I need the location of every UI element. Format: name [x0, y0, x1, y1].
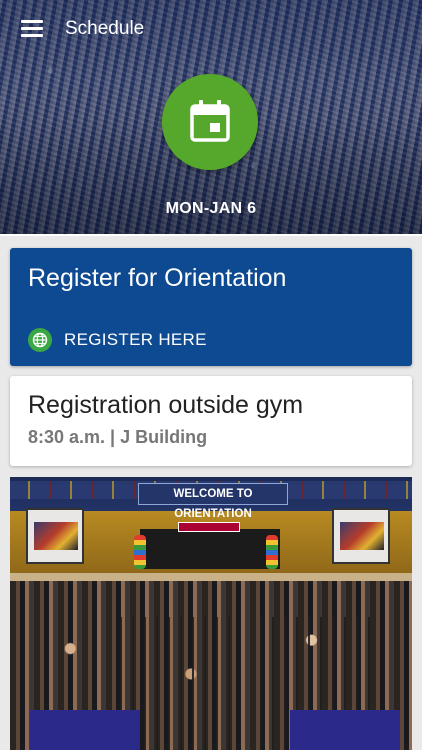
register-here-label: REGISTER HERE [64, 330, 207, 349]
register-card: Register for Orientation REGISTER HERE [10, 248, 412, 366]
hamburger-menu-icon[interactable] [21, 20, 43, 37]
event-card[interactable]: Registration outside gym 8:30 a.m. | J B… [10, 376, 412, 466]
register-here-link[interactable]: REGISTER HERE [28, 328, 207, 352]
app-bar: Schedule [0, 0, 422, 60]
projector-screen-right [332, 508, 390, 564]
projector-screen-left [26, 508, 84, 564]
header-hero: Schedule MON-JAN 6 [0, 0, 422, 236]
calendar-badge [162, 74, 258, 170]
bleacher-left [30, 710, 140, 750]
bleacher-right [290, 710, 400, 750]
date-label: MON-JAN 6 [165, 200, 257, 217]
balloon-column-left [134, 535, 146, 569]
photo-stage [140, 529, 280, 569]
divider [0, 234, 422, 236]
balloon-column-right [266, 535, 278, 569]
app-title: Schedule [65, 18, 145, 39]
orientation-photo: WELCOME TO ORIENTATION [10, 477, 412, 750]
register-card-title: Register for Orientation [28, 264, 287, 292]
stage-sign [178, 522, 240, 532]
welcome-banner: WELCOME TO ORIENTATION [138, 483, 288, 520]
event-details: 8:30 a.m. | J Building [28, 427, 208, 447]
event-title: Registration outside gym [28, 391, 304, 419]
globe-icon [28, 328, 52, 352]
calendar-icon [190, 100, 230, 142]
